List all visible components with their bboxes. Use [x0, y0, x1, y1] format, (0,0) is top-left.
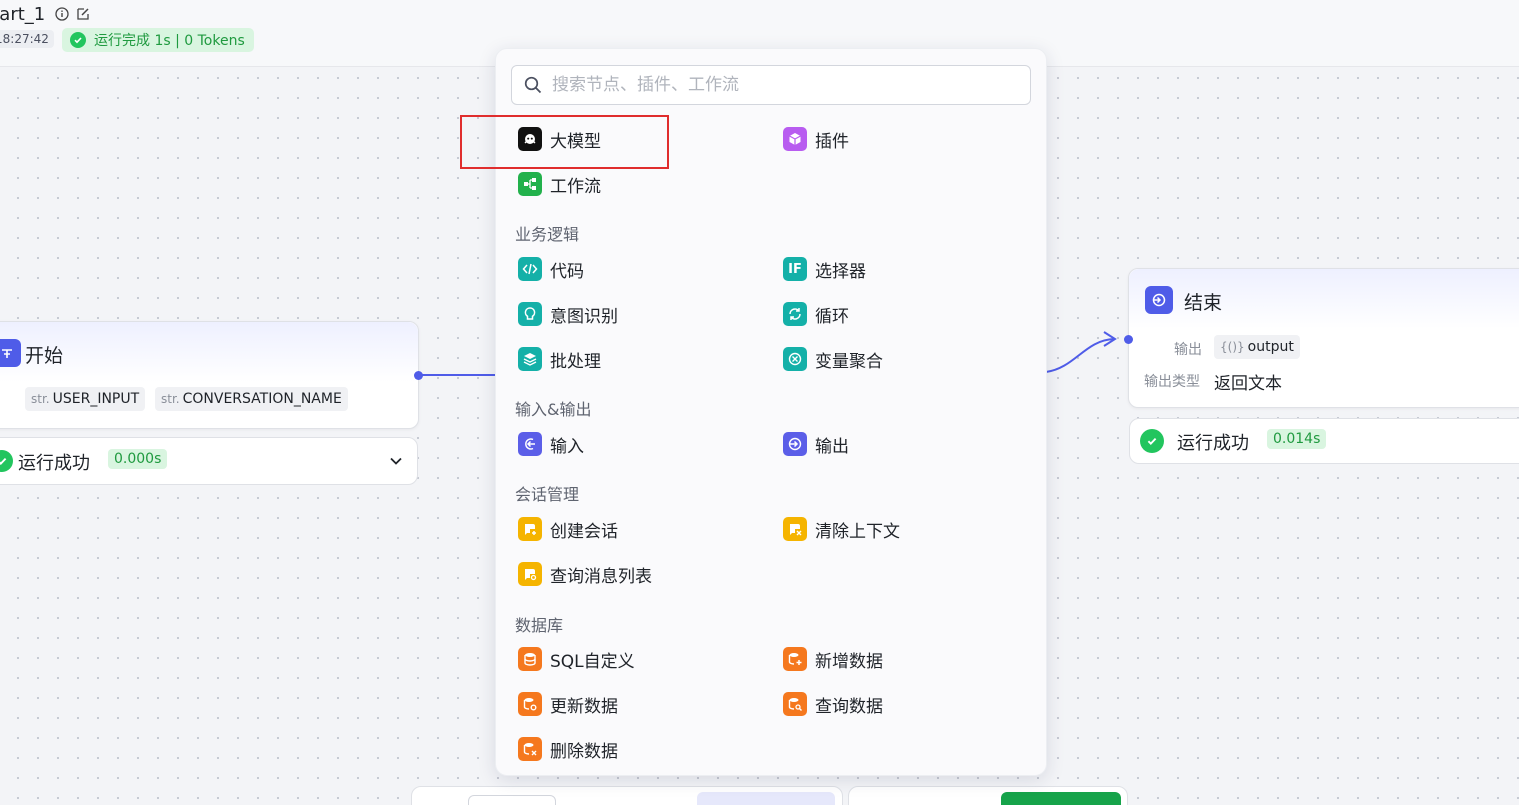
insert-data-icon [783, 647, 807, 671]
node-item-plugin[interactable]: 插件 [783, 124, 849, 154]
loop-icon [783, 302, 807, 326]
create-conversation-icon [518, 517, 542, 541]
node-item-selector[interactable]: IF 选择器 [783, 254, 866, 284]
section-conversation: 会话管理 [515, 485, 580, 504]
test-run-button[interactable] [1001, 792, 1121, 805]
success-check-icon [1140, 429, 1164, 453]
node-item-intent[interactable]: 意图识别 [518, 299, 618, 329]
end-status-time: 0.014s [1267, 429, 1327, 449]
node-item-workflow[interactable]: 工作流 [518, 169, 601, 199]
object-icon: {()} [1220, 340, 1245, 354]
node-item-code[interactable]: 代码 [518, 254, 584, 284]
node-item-query-data[interactable]: 查询数据 [783, 689, 883, 719]
start-node-title: 开始 [25, 345, 64, 367]
end-output-type-value: 返回文本 [1214, 374, 1282, 394]
node-item-insert-data[interactable]: 新增数据 [783, 644, 883, 674]
output-icon [783, 432, 807, 456]
end-status-text: 运行成功 [1177, 433, 1249, 454]
query-messages-icon [518, 562, 542, 586]
node-item-input[interactable]: 输入 [518, 429, 584, 459]
output-var-tag: {()} output [1214, 335, 1300, 359]
run-toolbar[interactable] [848, 786, 1128, 805]
clear-context-icon [783, 517, 807, 541]
start-output-port[interactable] [414, 371, 423, 380]
if-icon: IF [783, 257, 807, 281]
canvas-toolbar[interactable] [411, 786, 843, 805]
end-output-type-label: 输出类型 [1144, 374, 1200, 390]
node-item-delete-data[interactable]: 删除数据 [518, 734, 618, 764]
query-data-icon [783, 692, 807, 716]
node-item-query-messages[interactable]: 查询消息列表 [518, 559, 652, 589]
search-input[interactable] [550, 66, 1014, 104]
add-node-button[interactable] [697, 792, 835, 805]
search-icon [524, 76, 542, 98]
input-icon [518, 432, 542, 456]
delete-data-icon [518, 737, 542, 761]
end-input-port[interactable] [1124, 335, 1133, 344]
variable-merge-icon [783, 347, 807, 371]
node-item-create-conversation[interactable]: 创建会话 [518, 514, 618, 544]
end-output-label: 输出 [1174, 342, 1202, 358]
end-status-bar[interactable]: 运行成功 0.014s [1129, 418, 1519, 464]
start-status-text: 运行成功 [18, 453, 90, 474]
intent-icon [518, 302, 542, 326]
start-status-bar[interactable]: 运行成功 0.000s [0, 437, 418, 485]
update-data-icon [518, 692, 542, 716]
batch-icon [518, 347, 542, 371]
chevron-down-icon[interactable] [389, 453, 403, 472]
end-node-title: 结束 [1184, 292, 1223, 314]
section-input-output: 输入&输出 [515, 400, 592, 419]
end-node[interactable]: 结束 输出 {()} output 输出类型 返回文本 [1124, 268, 1519, 408]
start-status-time: 0.000s [108, 449, 168, 469]
node-item-clear-context[interactable]: 清除上下文 [783, 514, 900, 544]
highlight-box [460, 115, 669, 169]
node-item-output[interactable]: 输出 [783, 429, 849, 459]
zoom-input[interactable] [468, 795, 556, 805]
section-database: 数据库 [515, 616, 564, 635]
node-item-update-data[interactable]: 更新数据 [518, 689, 618, 719]
node-item-loop[interactable]: 循环 [783, 299, 849, 329]
node-item-variable-merge[interactable]: 变量聚合 [783, 344, 883, 374]
start-node[interactable]: 开始 输入 str. USER_INPUT str. CONVERSATION_… [0, 321, 423, 429]
start-icon [0, 339, 21, 367]
search-box[interactable] [511, 65, 1031, 105]
plugin-icon [783, 127, 807, 151]
success-check-icon [0, 450, 13, 472]
end-icon [1145, 286, 1173, 314]
sql-icon [518, 647, 542, 671]
section-business-logic: 业务逻辑 [515, 225, 580, 244]
param-tag-conversation-name: str. CONVERSATION_NAME [155, 387, 348, 411]
param-tag-user-input: str. USER_INPUT [25, 387, 146, 411]
node-item-sql[interactable]: SQL自定义 [518, 644, 635, 674]
node-item-batch[interactable]: 批处理 [518, 344, 601, 374]
workflow-icon [518, 172, 542, 196]
code-icon [518, 257, 542, 281]
